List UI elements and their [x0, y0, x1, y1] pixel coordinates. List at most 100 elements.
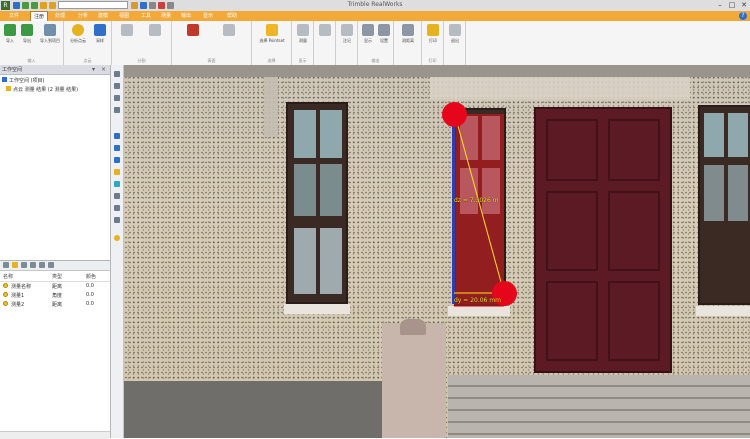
segment-icon [121, 24, 133, 36]
list-item-value: 0.0 [86, 283, 94, 289]
annotate-button[interactable]: 注记 [340, 24, 354, 44]
column-header[interactable]: 颜色 [86, 273, 96, 280]
import-button[interactable]: 导入 [3, 24, 17, 44]
panel-pin-button[interactable]: ▾ [92, 66, 95, 73]
display-icon [362, 24, 374, 36]
maximize-button[interactable]: □ [727, 1, 737, 10]
tree-item-results[interactable]: 点云 测量 结果 (2 测量 结果) [6, 86, 78, 93]
render-icon[interactable] [114, 181, 120, 187]
tab-tools[interactable]: 工具 [138, 11, 154, 21]
fit-icon[interactable] [114, 107, 120, 113]
group-label: 显示 [298, 58, 307, 63]
zoom-icon[interactable] [114, 71, 120, 77]
panel-close-button[interactable]: × [101, 66, 106, 73]
ribbon-group-exit: 退出 [444, 21, 466, 65]
ribbon-group-input: 导入 导出 导入到项目 输入 [0, 21, 64, 65]
exit-icon [449, 24, 461, 36]
tool-button[interactable] [318, 24, 332, 38]
ribbon: 导入 导出 导入到项目 输入 分析点云 采样 点云 分割 表面 选择 Point… [0, 21, 750, 66]
display-button[interactable]: 显示 [361, 24, 375, 44]
print-button[interactable]: 打印 [426, 24, 440, 44]
measurement-list-panel: 名称 类型 颜色 测量名称 距离 0.0 测量1 角度 0.0 测量2 距离 0… [0, 260, 110, 439]
bulb-icon [3, 301, 8, 306]
list-item[interactable]: 测量1 角度 0.0 [0, 292, 110, 300]
tab-display[interactable]: 显示 [200, 11, 216, 21]
rotate-icon[interactable] [114, 95, 120, 101]
surface-button[interactable] [178, 24, 208, 38]
project-icon [44, 24, 56, 36]
bulb-icon [3, 283, 8, 288]
tree-item-project[interactable]: 工作空间 (项目) [2, 77, 45, 84]
point-size-icon[interactable] [114, 235, 120, 241]
point-cloud-viewport[interactable]: dz = 7.3026 m dy = 20.06 mm [124, 65, 750, 438]
pan-icon[interactable] [114, 83, 120, 89]
close-button[interactable]: ✕ [739, 1, 749, 10]
exit-button[interactable]: 退出 [448, 24, 462, 44]
list-item[interactable]: 测量名称 距离 0.0 [0, 283, 110, 291]
surface-option-icon [223, 24, 235, 36]
group-label: 打印 [428, 58, 437, 63]
tab-view[interactable]: 视图 [116, 11, 132, 21]
top-view-icon[interactable] [114, 145, 120, 151]
measure-point-start[interactable] [442, 102, 467, 127]
list-item-name: 测量名称 [11, 284, 32, 290]
tab-model[interactable]: 建模 [95, 11, 111, 21]
tab-process[interactable]: 处理 [52, 11, 68, 21]
pointset-icon [266, 24, 278, 36]
bulb-icon [3, 292, 8, 297]
settings-button[interactable]: 设置 [377, 24, 391, 44]
group-label: 点云 [83, 58, 92, 63]
column-header[interactable]: 名称 [3, 273, 13, 280]
ribbon-group-pointcloud: 分析点云 采样 点云 [64, 21, 112, 65]
list-tool-icon[interactable] [3, 262, 9, 268]
sample-button[interactable]: 采样 [92, 24, 108, 44]
select-pointset-button[interactable]: 选择 Pointset [256, 24, 288, 44]
dz-label: dz = 7.3026 m [454, 197, 499, 204]
project-icon [2, 77, 7, 82]
minimize-button[interactable]: – [715, 1, 725, 10]
surface-option-button[interactable] [214, 24, 244, 38]
ribbon-group-print: 打印 打印 [422, 21, 444, 65]
list-item-name: 测量2 [11, 302, 25, 308]
tab-measure[interactable]: 测量 [158, 11, 174, 21]
segment-button[interactable] [118, 24, 136, 38]
help-icon[interactable]: ? [739, 12, 747, 20]
grid-icon[interactable] [48, 262, 54, 268]
dz-line [454, 114, 505, 294]
tab-analyze[interactable]: 分析 [75, 11, 91, 21]
up-arrow-icon[interactable] [30, 262, 36, 268]
measure-icon [297, 24, 309, 36]
export-button[interactable]: 导出 [20, 24, 34, 44]
section-icon[interactable] [114, 217, 120, 223]
column-header[interactable]: 类型 [52, 273, 62, 280]
workspace-panel: 工作空间 ▾ × 工作空间 (项目) 点云 测量 结果 (2 测量 结果) 名称… [0, 65, 111, 439]
group-label: 输出 [371, 58, 380, 63]
ribbon-group-display: 测量 显示 [292, 21, 314, 65]
view-toolbar [111, 65, 124, 438]
segment-option-button[interactable] [144, 24, 166, 38]
export-icon [21, 24, 33, 36]
light-icon[interactable] [114, 169, 120, 175]
front-view-icon[interactable] [114, 133, 120, 139]
segment-option-icon [149, 24, 161, 36]
perspective-icon[interactable] [114, 193, 120, 199]
measure-distance-button[interactable]: 测距离 [397, 24, 419, 44]
sort-icon[interactable] [21, 262, 27, 268]
measure-button[interactable]: 测量 [295, 24, 311, 44]
list-item[interactable]: 测量2 距离 0.0 [0, 301, 110, 309]
list-item-value: 0.0 [86, 301, 94, 307]
tab-file[interactable]: 文件 [6, 11, 22, 21]
tab-help[interactable]: 帮助 [224, 11, 240, 21]
tab-register[interactable]: 注册 [30, 11, 49, 21]
folder-icon[interactable] [12, 262, 18, 268]
ribbon-group-select: 选择 Pointset 选择 [252, 21, 292, 65]
filter-icon[interactable] [39, 262, 45, 268]
side-view-icon[interactable] [114, 157, 120, 163]
sample-icon [94, 24, 106, 36]
import-project-button[interactable]: 导入到项目 [37, 24, 63, 44]
tab-output[interactable]: 输出 [178, 11, 194, 21]
analyze-cloud-button[interactable]: 分析点云 [67, 24, 89, 44]
measurement-lines [454, 114, 505, 294]
clip-icon[interactable] [114, 205, 120, 211]
results-icon [6, 86, 11, 91]
